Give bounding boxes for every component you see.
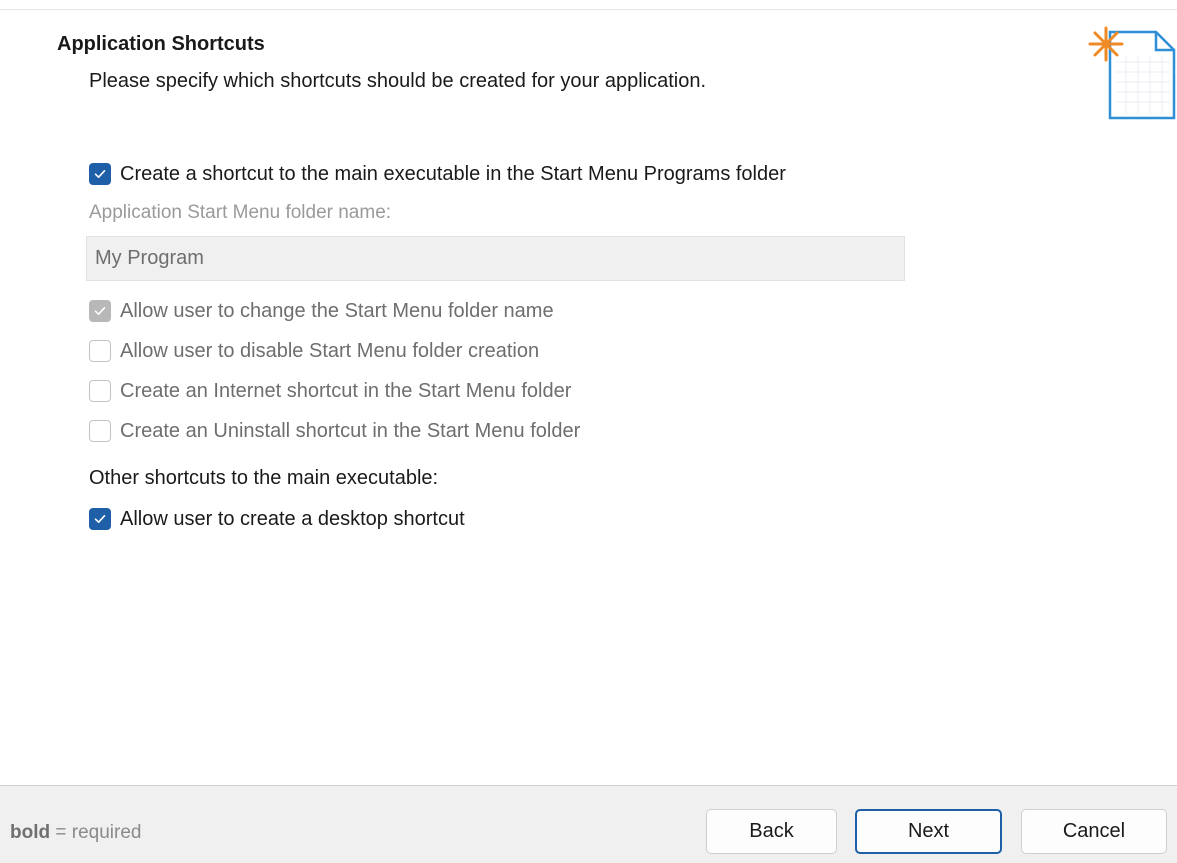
checkmark-icon — [94, 170, 106, 178]
start-menu-shortcut-option[interactable]: Create a shortcut to the main executable… — [89, 162, 786, 186]
internet-shortcut-option[interactable]: Create an Internet shortcut in the Start… — [89, 379, 571, 403]
desktop-shortcut-option[interactable]: Allow user to create a desktop shortcut — [89, 507, 465, 531]
folder-name-input[interactable] — [86, 236, 905, 281]
allow-change-folder-checkbox[interactable] — [89, 300, 111, 322]
new-document-icon — [1088, 26, 1176, 120]
uninstall-shortcut-label[interactable]: Create an Uninstall shortcut in the Star… — [120, 420, 580, 443]
internet-shortcut-label[interactable]: Create an Internet shortcut in the Start… — [120, 380, 571, 403]
other-shortcuts-label: Other shortcuts to the main executable: — [89, 467, 439, 489]
internet-shortcut-checkbox[interactable] — [89, 380, 111, 402]
allow-disable-folder-label[interactable]: Allow user to disable Start Menu folder … — [120, 340, 539, 363]
legend-text: = required — [50, 822, 142, 843]
desktop-shortcut-checkbox[interactable] — [89, 508, 111, 530]
folder-name-label: Application Start Menu folder name: — [89, 202, 392, 223]
page-title: Application Shortcuts — [57, 33, 265, 55]
allow-change-folder-label[interactable]: Allow user to change the Start Menu fold… — [120, 300, 554, 323]
required-legend: bold = required — [10, 822, 141, 844]
page-subtitle: Please specify which shortcuts should be… — [89, 70, 707, 92]
top-divider — [0, 9, 1177, 10]
allow-change-folder-option[interactable]: Allow user to change the Start Menu fold… — [89, 299, 554, 323]
uninstall-shortcut-checkbox[interactable] — [89, 420, 111, 442]
start-menu-shortcut-label[interactable]: Create a shortcut to the main executable… — [120, 163, 786, 186]
back-button[interactable]: Back — [706, 809, 837, 854]
next-button[interactable]: Next — [855, 809, 1002, 854]
allow-disable-folder-checkbox[interactable] — [89, 340, 111, 362]
cancel-button[interactable]: Cancel — [1021, 809, 1167, 854]
desktop-shortcut-label[interactable]: Allow user to create a desktop shortcut — [120, 508, 465, 531]
allow-disable-folder-option[interactable]: Allow user to disable Start Menu folder … — [89, 339, 539, 363]
start-menu-shortcut-checkbox[interactable] — [89, 163, 111, 185]
uninstall-shortcut-option[interactable]: Create an Uninstall shortcut in the Star… — [89, 419, 580, 443]
legend-bold-text: bold — [10, 822, 51, 843]
checkmark-icon — [94, 307, 106, 315]
checkmark-icon — [94, 515, 106, 523]
